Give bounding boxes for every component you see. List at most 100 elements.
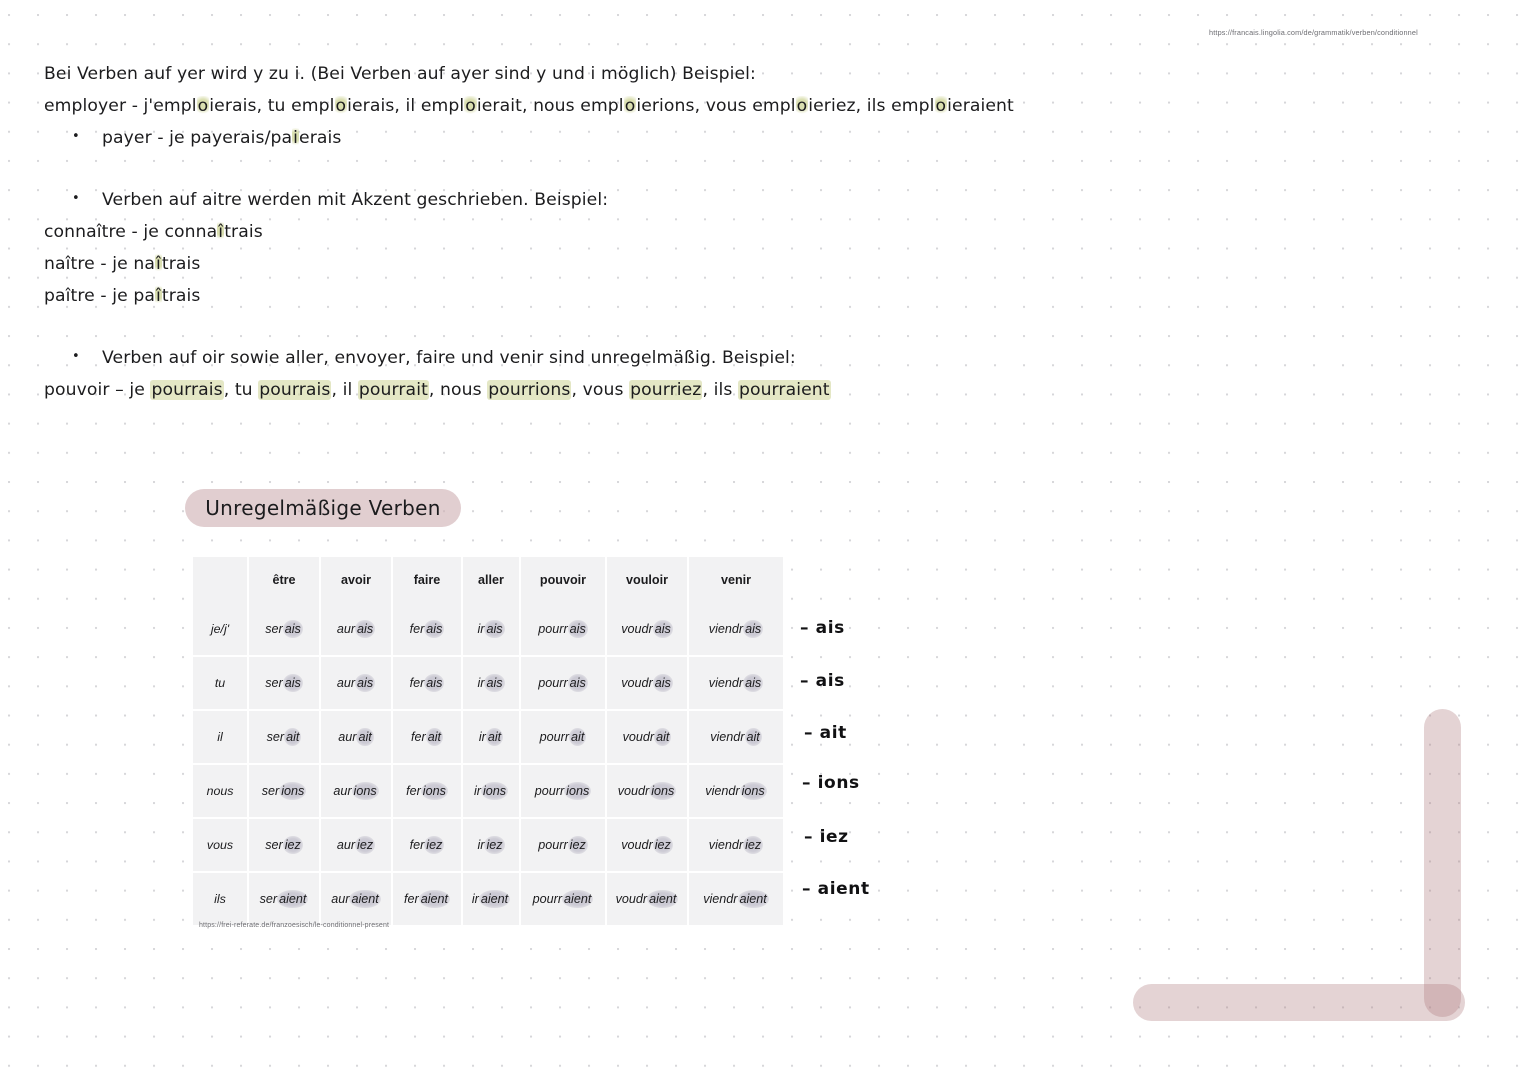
table-pronoun-cell: il xyxy=(193,711,249,765)
employer-part-2: ierais, tu empl xyxy=(209,96,335,116)
paitre-highlight: î xyxy=(155,286,162,306)
table-cell: fer ais xyxy=(393,603,463,657)
employer-part-7: ieraient xyxy=(947,96,1014,116)
verb-ending-highlight: ais xyxy=(743,620,764,638)
pouvoir-highlight-1: pourrais xyxy=(150,380,224,400)
table-cell: fer ions xyxy=(393,765,463,819)
verb-stem: viendr xyxy=(703,892,738,906)
table-pronoun-cell: je/j' xyxy=(193,603,249,657)
verb-stem: ir xyxy=(473,784,481,798)
verb-ending-highlight: ions xyxy=(420,782,448,800)
verb-stem: voudr xyxy=(621,676,653,690)
table-cell: aur ait xyxy=(321,711,393,765)
verb-stem: fer xyxy=(409,622,425,636)
verb-ending-highlight: aient xyxy=(478,890,511,908)
verb-stem: aur xyxy=(331,892,350,906)
table-header-avoir: avoir xyxy=(321,557,393,603)
table-cell: fer ais xyxy=(393,657,463,711)
table-cell: viendr aient xyxy=(689,873,783,925)
pouvoir-sep-4: , vous xyxy=(571,380,630,400)
table-header-aller: aller xyxy=(463,557,521,603)
decorative-horizontal-bar xyxy=(1133,984,1465,1021)
verb-ending-highlight: aient xyxy=(737,890,769,908)
employer-highlight-1: o xyxy=(196,96,210,116)
payer-part-1: payer - je payerais/pa xyxy=(102,128,293,148)
verb-stem: voudr xyxy=(615,892,648,906)
employer-highlight-4: o xyxy=(623,96,637,116)
verb-ending-highlight: aient xyxy=(418,890,450,908)
table-cell: viendr ions xyxy=(689,765,783,819)
verb-ending-highlight: ions xyxy=(739,782,767,800)
table-header-vouloir: vouloir xyxy=(607,557,689,603)
employer-highlight-3: o xyxy=(464,96,477,116)
verb-ending-highlight: ions xyxy=(564,782,592,800)
ending-note-vous: – iez xyxy=(804,827,849,847)
table-cell: aur aient xyxy=(321,873,393,925)
verb-stem: fer xyxy=(403,892,419,906)
verb-ending-highlight: iez xyxy=(282,836,303,854)
note-line-naitre: naître - je naîtrais xyxy=(44,248,884,280)
verb-ending-highlight: aient xyxy=(562,890,594,908)
table-cell: fer aient xyxy=(393,873,463,925)
ending-note-il: – ait xyxy=(804,723,847,743)
notes-spacer-1 xyxy=(44,154,884,184)
table-corner-cell xyxy=(193,557,249,603)
table-header-venir: venir xyxy=(689,557,783,603)
note-line-employer-conjugation: employer - j'emploierais, tu emploierais… xyxy=(44,90,1014,122)
table-pronoun-cell: ils xyxy=(193,873,249,925)
table-cell: aur iez xyxy=(321,819,393,873)
table-cell: ser aient xyxy=(249,873,321,925)
verb-stem: voudr xyxy=(617,784,650,798)
note-line-connaitre: connaître - je connaîtrais xyxy=(44,216,884,248)
verb-stem: voudr xyxy=(621,622,653,636)
verb-ending-highlight: iez xyxy=(652,836,673,854)
section-banner-label: Unregelmäßige Verben xyxy=(205,496,441,520)
pouvoir-highlight-6: pourraient xyxy=(737,380,831,400)
verb-ending-highlight: ais xyxy=(355,620,376,638)
verb-ending-highlight: ais xyxy=(652,674,673,692)
connaitre-part-2: trais xyxy=(224,222,263,242)
table-cell: ser iez xyxy=(249,819,321,873)
table-cell: voudr aient xyxy=(607,873,689,925)
note-bullet-payer: payer - je payerais/paierais xyxy=(44,121,884,154)
table-cell: voudr iez xyxy=(607,819,689,873)
table-cell: aur ions xyxy=(321,765,393,819)
source-url-table[interactable]: https://frei-referate.de/franzoesisch/le… xyxy=(199,922,389,929)
aitre-rule-text: Verben auf aitre werden mit Akzent gesch… xyxy=(102,190,609,210)
table-cell: ir ions xyxy=(463,765,521,819)
section-banner-irregular-verbs: Unregelmäßige Verben xyxy=(185,489,461,527)
pouvoir-highlight-2: pourrais xyxy=(258,380,332,400)
verb-ending-highlight: ais xyxy=(282,620,303,638)
table-row: je/j' ser ais aur ais fer ais ir ais pourr ais voud… xyxy=(193,603,783,657)
table-cell: ir ais xyxy=(463,657,521,711)
verb-ending-highlight: ait xyxy=(284,728,302,746)
employer-part-5: ierions, vous empl xyxy=(636,96,796,116)
verb-ending-highlight: ais xyxy=(424,620,445,638)
table-cell: ir ait xyxy=(463,711,521,765)
table-row: vous ser iez aur iez fer iez ir iez pourr iez voudr… xyxy=(193,819,783,873)
pouvoir-sep-5: , ils xyxy=(702,380,738,400)
verb-ending-highlight: iez xyxy=(743,836,764,854)
employer-part-4: ierait, nous empl xyxy=(476,96,624,116)
verb-ending-highlight: aient xyxy=(277,890,309,908)
note-line-yer-rule: Bei Verben auf yer wird y zu i. (Bei Ver… xyxy=(44,64,756,84)
verb-ending-highlight: iez xyxy=(355,836,376,854)
verb-ending-highlight: aient xyxy=(647,890,679,908)
pouvoir-highlight-3: pourrait xyxy=(357,380,429,400)
verb-ending-highlight: ait xyxy=(569,728,587,746)
ending-note-jej: – ais xyxy=(800,618,845,638)
verb-stem: pourr xyxy=(532,892,563,906)
decorative-vertical-bar xyxy=(1424,709,1461,1017)
verb-stem: voudr xyxy=(621,838,653,852)
verb-stem: aur xyxy=(336,838,356,852)
table-pronoun-cell: tu xyxy=(193,657,249,711)
verb-ending-highlight: ais xyxy=(484,620,505,638)
verb-stem: ir xyxy=(471,892,479,906)
table-row: nous ser ions aur ions fer ions ir ions pourr ions… xyxy=(193,765,783,819)
table-cell: voudr ait xyxy=(607,711,689,765)
verb-stem: aur xyxy=(336,676,356,690)
verb-stem: fer xyxy=(410,730,426,744)
source-url-top[interactable]: https://francais.lingolia.com/de/grammat… xyxy=(1209,28,1418,37)
employer-part-6: ieriez, ils empl xyxy=(808,96,935,116)
verb-ending-highlight: ais xyxy=(567,620,588,638)
